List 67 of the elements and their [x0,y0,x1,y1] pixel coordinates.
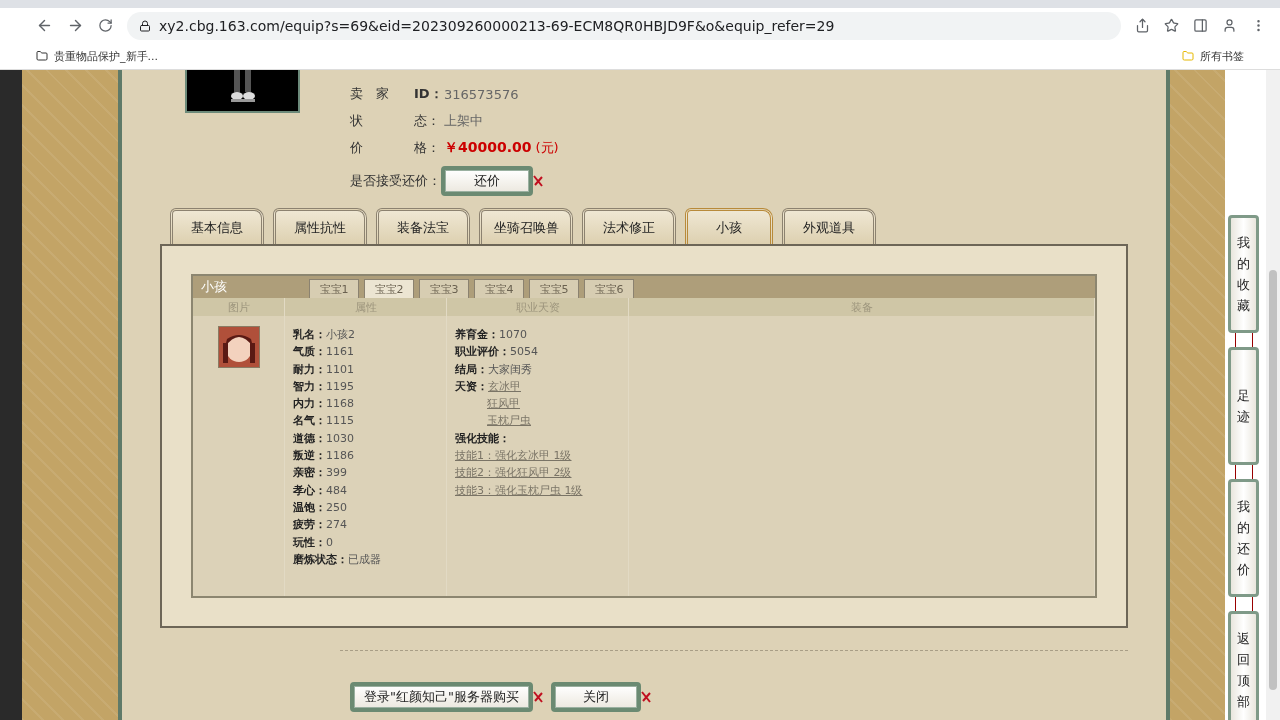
counter-offer-label: 是否接受还价： [350,172,441,190]
attribute-text: 内力：1168 [293,396,354,413]
tab[interactable]: 小孩 [685,208,773,244]
buy-button[interactable]: 登录"红颜知己"服务器购买 [350,682,533,712]
counter-offer-button[interactable]: 还价 [441,166,533,196]
tab[interactable]: 基本信息 [170,208,264,244]
bookmark-icon [36,50,48,63]
side-button[interactable]: 返回顶部 [1228,611,1259,720]
bookmark-star-icon[interactable] [1164,18,1179,34]
side-button[interactable]: 我的还价 [1228,479,1259,597]
attribute-text: 乳名：小孩2 [293,327,355,343]
tab[interactable]: 坐骑召唤兽 [479,208,573,244]
field-label: 状 [350,112,364,130]
close-button[interactable]: 关闭 [550,682,641,712]
career-text: 职业评价：5054 [455,344,538,361]
child-tab[interactable]: 宝宝4 [474,279,524,298]
attribute-text: 道德：1030 [293,430,354,447]
lock-icon [139,19,151,32]
address-bar[interactable]: xy2.cbg.163.com/equip?s=69&eid=202309260000213-69-ECM8QR0HBJD9F&o&equip_refer=29 [127,11,1121,40]
attribute-text: 玩性：0 [293,534,333,551]
child-tab[interactable]: 宝宝6 [584,279,634,298]
cross-icon [532,691,543,703]
attribute-text: 磨炼状态：已成器 [293,551,381,568]
profile-icon[interactable] [1222,18,1237,34]
field-label: ID： [414,85,444,103]
talent-label: 天资： [455,379,488,393]
price-value: ￥40000.00 [444,139,532,157]
attribute-text: 气质：1161 [293,344,354,361]
career-text: 养育金：1070 [455,327,527,343]
bookmark-link[interactable]: 贵重物品保护_新手... [54,48,158,64]
url-text: xy2.cbg.163.com/equip?s=69&eid=202309260000213-69-ECM8QR0HBJD9F&o&equip_refer=29 [159,17,835,34]
share-icon[interactable] [1135,18,1150,34]
folder-icon [1182,50,1194,63]
child-tab[interactable]: 宝宝2 [364,279,414,298]
field-label: 态： [414,112,441,130]
field-value: 上架中 [444,112,483,130]
tab[interactable]: 法术修正 [582,208,676,244]
child-tab[interactable]: 宝宝5 [529,279,579,298]
attribute-text: 亲密：399 [293,465,347,482]
attribute-text: 耐力：1101 [293,361,354,378]
attribute-text: 孝心：484 [293,482,347,499]
cross-icon [533,175,543,187]
reload-icon[interactable] [98,18,113,34]
attribute-text: 叛逆：1186 [293,448,354,465]
panel-title: 小孩 [200,278,228,296]
attribute-text: 智力：1195 [293,378,354,395]
field-label: 卖 家 [350,85,390,103]
bookmarks-folder[interactable]: 所有书签 [1200,48,1244,64]
field-value: 316573576 [444,86,519,102]
field-label: 价 [350,139,364,157]
cross-icon [640,691,651,703]
tab[interactable]: 属性抗性 [273,208,367,244]
career-text: 结局：大家闺秀 [455,361,532,378]
skills-label: 强化技能： [455,431,510,445]
side-panel-icon[interactable] [1193,18,1208,34]
currency-unit: (元) [535,139,559,157]
child-tab[interactable]: 宝宝1 [309,279,359,298]
attribute-text: 疲劳：274 [293,517,347,534]
side-button[interactable]: 足迹 [1228,347,1259,465]
child-tab[interactable]: 宝宝3 [419,279,469,298]
side-button[interactable]: 我的收藏 [1228,215,1259,333]
tab[interactable]: 装备法宝 [376,208,470,244]
attribute-text: 名气：1115 [293,413,354,430]
scrollbar[interactable] [1266,70,1280,720]
field-label: 格： [414,139,441,157]
tab[interactable]: 外观道具 [782,208,876,244]
attribute-text: 温饱：250 [293,499,347,516]
